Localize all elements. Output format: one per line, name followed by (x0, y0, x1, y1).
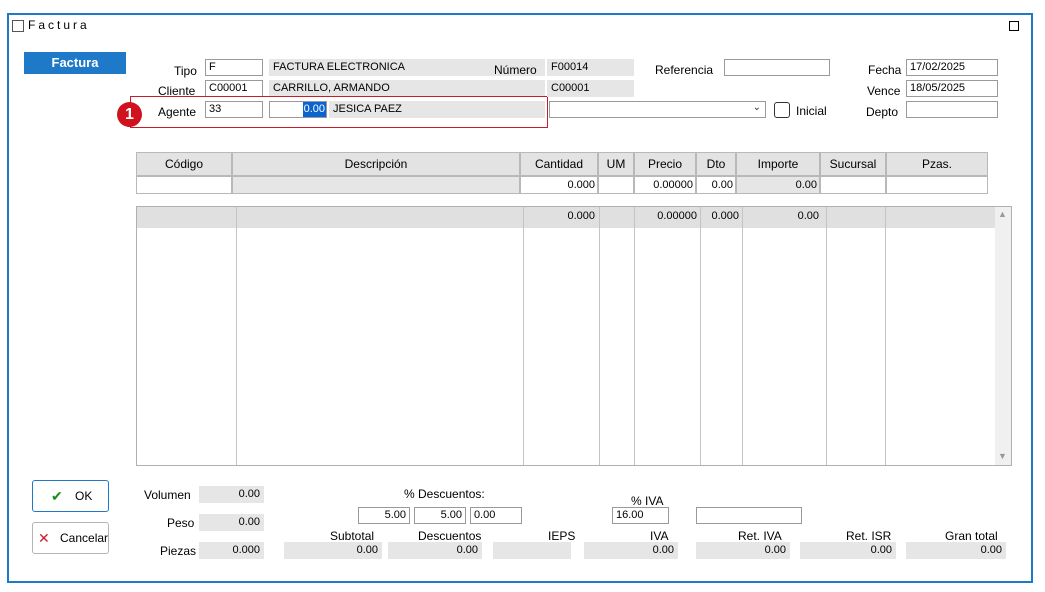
col-header-importe[interactable]: Importe (736, 152, 820, 176)
cliente-code-input[interactable]: C00001 (205, 80, 263, 97)
lines-total-importe: 0.00 (797, 210, 819, 222)
col-header-descripcion[interactable]: Descripción (232, 152, 520, 176)
col-divider (599, 207, 600, 465)
descuentos-pct-label: % Descuentos: (404, 487, 485, 501)
col-divider (700, 207, 701, 465)
extra-input[interactable] (696, 507, 802, 524)
cliente-name: CARRILLO, ARMANDO (269, 80, 545, 97)
col-divider (742, 207, 743, 465)
ret-isr-label: Ret. ISR (846, 529, 892, 543)
lines-total-dto: 0.000 (711, 210, 739, 222)
sucursal-input[interactable] (820, 176, 886, 194)
inicial-label: Inicial (796, 104, 827, 118)
chevron-down-icon: ⌄ (752, 102, 761, 113)
agente-percent-value: 0.00 (302, 102, 326, 117)
iva-pct-input[interactable]: 16.00 (612, 507, 669, 524)
depto-input[interactable] (906, 101, 998, 118)
lines-total-precio: 0.00000 (657, 210, 697, 222)
invoice-lines-grid[interactable]: 0.000 0.00000 0.000 0.00 ▲ ▼ (136, 206, 1012, 466)
vence-input[interactable]: 18/05/2025 (906, 80, 998, 97)
volumen-label: Volumen (144, 488, 191, 502)
tipo-label: Tipo (174, 64, 197, 78)
col-divider (236, 207, 237, 465)
numero-value: F00014 (547, 59, 634, 76)
lines-total-cantidad: 0.000 (567, 210, 595, 222)
volumen-value: 0.00 (199, 486, 264, 503)
tipo-code-input[interactable]: F (205, 59, 263, 76)
um-input[interactable] (598, 176, 634, 194)
subtotal-value: 0.00 (284, 542, 382, 559)
col-divider (826, 207, 827, 465)
descuento1-input[interactable]: 5.00 (358, 507, 410, 524)
piezas-label: Piezas (160, 544, 197, 558)
inicial-checkbox[interactable] (774, 102, 790, 118)
col-divider (634, 207, 635, 465)
agente-code-input[interactable]: 33 (205, 101, 263, 118)
ok-button-label: OK (75, 489, 93, 503)
piezas-value: 0.000 (199, 542, 264, 559)
maximize-button[interactable] (1009, 21, 1019, 31)
descuentos-value: 0.00 (388, 542, 482, 559)
option-dropdown[interactable]: ⌄ (549, 101, 766, 118)
col-divider (523, 207, 524, 465)
gran-total-value: 0.00 (906, 542, 1006, 559)
iva-pct-label: % IVA (631, 494, 664, 508)
precio-input[interactable]: 0.00000 (634, 176, 696, 194)
fecha-input[interactable]: 17/02/2025 (906, 59, 998, 76)
col-divider (885, 207, 886, 465)
col-header-pzas[interactable]: Pzas. (886, 152, 988, 176)
peso-label: Peso (167, 516, 195, 530)
window-title: Factura (28, 18, 90, 32)
peso-value: 0.00 (199, 514, 264, 531)
codigo-input[interactable] (136, 176, 232, 194)
descuentos-label: Descuentos (418, 529, 482, 543)
numero-cliente-value: C00001 (547, 80, 634, 97)
lines-scrollbar[interactable]: ▲ ▼ (995, 207, 1011, 465)
col-header-um[interactable]: UM (598, 152, 634, 176)
col-header-cantidad[interactable]: Cantidad (520, 152, 598, 176)
col-header-precio[interactable]: Precio (634, 152, 696, 176)
depto-label: Depto (866, 105, 899, 119)
fecha-label: Fecha (868, 63, 902, 77)
section-tab-factura[interactable]: Factura (24, 52, 126, 74)
descuento3-input[interactable]: 0.00 (470, 507, 522, 524)
scroll-down-icon[interactable]: ▼ (998, 451, 1007, 461)
agente-percent-input[interactable]: 0.00 (269, 101, 327, 118)
agente-label: Agente (158, 105, 197, 119)
col-header-codigo[interactable]: Código (136, 152, 232, 176)
subtotal-label: Subtotal (330, 529, 375, 543)
col-header-dto[interactable]: Dto (696, 152, 736, 176)
referencia-label: Referencia (655, 63, 714, 77)
cancel-button-label: Cancelar (60, 531, 109, 545)
agente-name: JESICA PAEZ (329, 101, 545, 118)
referencia-input[interactable] (724, 59, 830, 76)
pzas-input[interactable] (886, 176, 988, 194)
dto-input[interactable]: 0.00 (696, 176, 736, 194)
cancel-button[interactable]: ✕ Cancelar (32, 522, 109, 554)
iva-label: IVA (650, 529, 669, 543)
ret-iva-value: 0.00 (696, 542, 790, 559)
ieps-value (493, 542, 571, 559)
annotation-badge: 1 (117, 102, 142, 127)
iva-value: 0.00 (584, 542, 678, 559)
col-header-sucursal[interactable]: Sucursal (820, 152, 886, 176)
ok-button[interactable]: ✔ OK (32, 480, 109, 512)
ieps-label: IEPS (548, 529, 576, 543)
numero-label: Número (494, 63, 537, 77)
ret-isr-value: 0.00 (800, 542, 896, 559)
cantidad-input[interactable]: 0.000 (520, 176, 598, 194)
gran-total-label: Gran total (945, 529, 998, 543)
scroll-up-icon[interactable]: ▲ (998, 209, 1007, 219)
importe-field: 0.00 (736, 176, 820, 194)
descuento2-input[interactable]: 5.00 (414, 507, 466, 524)
close-icon: ✕ (38, 530, 50, 546)
window-menu-icon[interactable] (12, 20, 24, 32)
descripcion-field (232, 176, 520, 194)
vence-label: Vence (867, 84, 901, 98)
ret-iva-label: Ret. IVA (738, 529, 782, 543)
check-icon: ✔ (51, 488, 63, 504)
